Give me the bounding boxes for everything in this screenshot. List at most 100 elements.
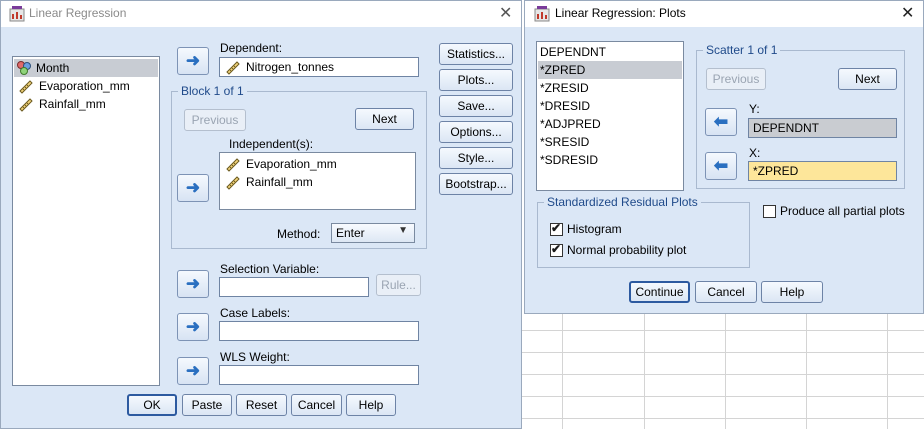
right-arrow-icon: ➜ xyxy=(185,274,201,293)
plot-variable-list[interactable]: DEPENDNT *ZPRED *ZRESID *DRESID *ADJPRED… xyxy=(536,41,684,191)
right-arrow-icon: ➜ xyxy=(185,361,201,380)
check-icon: ✔ xyxy=(551,242,562,256)
right-arrow-icon: ➜ xyxy=(185,317,201,336)
variable-name: Rainfall_mm xyxy=(39,97,106,111)
standardized-residual-label: Standardized Residual Plots xyxy=(544,195,701,209)
scale-ruler-icon xyxy=(226,61,240,75)
chevron-down-icon: ▼ xyxy=(398,225,408,236)
save-button[interactable]: Save... xyxy=(439,95,513,117)
move-to-x-button[interactable]: ⬅ xyxy=(705,152,737,180)
list-item[interactable]: Rainfall_mm xyxy=(17,95,159,113)
dialog-title: Linear Regression: Plots xyxy=(555,6,686,20)
scale-ruler-icon xyxy=(226,176,240,190)
selection-variable-field[interactable] xyxy=(219,277,369,297)
spss-app-icon xyxy=(9,6,25,22)
next-block-button[interactable]: Next xyxy=(355,108,414,130)
title-bar: Linear Regression ✕ xyxy=(1,1,521,27)
scatter-label: Scatter 1 of 1 xyxy=(703,43,781,57)
method-select[interactable]: Enter ▼ xyxy=(331,223,415,243)
partial-plots-label: Produce all partial plots xyxy=(780,204,905,218)
source-variable-list[interactable]: Month Evaporation_mm Rainfall_mm xyxy=(12,56,160,386)
selection-variable-label: Selection Variable: xyxy=(220,262,320,276)
left-arrow-icon: ⬅ xyxy=(713,156,729,175)
histogram-checkbox[interactable]: ✔ xyxy=(550,221,563,236)
linear-regression-dialog: Linear Regression ✕ Month Evaporation_mm xyxy=(0,0,522,429)
ok-button[interactable]: OK xyxy=(127,394,177,416)
spss-app-icon xyxy=(534,6,550,22)
right-arrow-icon: ➜ xyxy=(185,51,201,70)
x-axis-label: X: xyxy=(749,146,761,160)
move-to-dependent-button[interactable]: ➜ xyxy=(177,47,209,75)
scale-ruler-icon xyxy=(19,98,33,112)
help-button[interactable]: Help xyxy=(761,281,823,303)
list-item[interactable]: DEPENDNT xyxy=(538,43,682,61)
histogram-label: Histogram xyxy=(567,222,622,236)
close-icon[interactable]: ✕ xyxy=(499,3,512,23)
move-to-case-labels-button[interactable]: ➜ xyxy=(177,313,209,341)
plots-button[interactable]: Plots... xyxy=(439,69,513,91)
independent-variable-name: Rainfall_mm xyxy=(246,175,313,189)
paste-button[interactable]: Paste xyxy=(182,394,232,416)
plots-dialog: Linear Regression: Plots ✕ DEPENDNT *ZPR… xyxy=(524,0,924,314)
move-to-y-button[interactable]: ⬅ xyxy=(705,108,737,136)
method-value: Enter xyxy=(336,226,365,240)
independents-label: Independent(s): xyxy=(229,137,314,151)
independent-variable-name: Evaporation_mm xyxy=(246,157,337,171)
normal-probability-label: Normal probability plot xyxy=(567,243,687,257)
title-bar: Linear Regression: Plots ✕ xyxy=(525,1,923,27)
dependent-field[interactable]: Nitrogen_tonnes xyxy=(219,57,419,77)
y-axis-label: Y: xyxy=(749,102,760,116)
move-to-selection-button[interactable]: ➜ xyxy=(177,270,209,298)
previous-block-button[interactable]: Previous xyxy=(184,109,246,131)
partial-plots-checkbox[interactable] xyxy=(763,205,776,218)
list-item[interactable]: Month xyxy=(14,59,158,77)
variable-name: Month xyxy=(36,61,70,75)
list-item[interactable]: *ZRESID xyxy=(538,79,682,97)
case-labels-field[interactable] xyxy=(219,321,419,341)
close-icon[interactable]: ✕ xyxy=(901,3,914,23)
bootstrap-button[interactable]: Bootstrap... xyxy=(439,173,513,195)
next-scatter-button[interactable]: Next xyxy=(838,68,897,90)
case-labels-label: Case Labels: xyxy=(220,306,291,320)
list-item[interactable]: Evaporation_mm xyxy=(17,77,159,95)
reset-button[interactable]: Reset xyxy=(236,394,287,416)
cancel-button[interactable]: Cancel xyxy=(291,394,342,416)
left-arrow-icon: ⬅ xyxy=(713,112,729,131)
dependent-label: Dependent: xyxy=(220,41,283,55)
continue-button[interactable]: Continue xyxy=(629,281,690,303)
y-axis-value: DEPENDNT xyxy=(753,121,820,135)
list-item[interactable]: *SRESID xyxy=(538,133,682,151)
scale-ruler-icon xyxy=(226,158,240,172)
wls-weight-field[interactable] xyxy=(219,365,419,385)
nominal-icon xyxy=(17,61,31,75)
dialog-title: Linear Regression xyxy=(29,6,127,20)
style-button[interactable]: Style... xyxy=(439,147,513,169)
check-icon: ✔ xyxy=(551,221,562,235)
list-item[interactable]: *ZPRED xyxy=(538,61,682,79)
y-axis-field[interactable]: DEPENDNT xyxy=(748,118,897,138)
x-axis-field[interactable]: *ZPRED xyxy=(748,161,897,181)
right-arrow-icon: ➜ xyxy=(185,178,201,197)
dependent-value: Nitrogen_tonnes xyxy=(246,60,335,74)
list-item[interactable]: *SDRESID xyxy=(538,151,682,169)
options-button[interactable]: Options... xyxy=(439,121,513,143)
move-to-wls-button[interactable]: ➜ xyxy=(177,357,209,385)
method-label: Method: xyxy=(277,227,321,241)
rule-button[interactable]: Rule... xyxy=(376,274,421,296)
list-item[interactable]: *ADJPRED xyxy=(538,115,682,133)
list-item[interactable]: Rainfall_mm xyxy=(224,173,411,191)
spreadsheet-grid xyxy=(522,314,924,429)
cancel-button[interactable]: Cancel xyxy=(695,281,757,303)
block-label: Block 1 of 1 xyxy=(178,84,247,98)
move-to-independents-button[interactable]: ➜ xyxy=(177,174,209,202)
previous-scatter-button[interactable]: Previous xyxy=(706,68,766,90)
scale-ruler-icon xyxy=(19,80,33,94)
statistics-button[interactable]: Statistics... xyxy=(439,43,513,65)
independents-list[interactable]: Evaporation_mm Rainfall_mm xyxy=(219,152,416,210)
variable-name: Evaporation_mm xyxy=(39,79,130,93)
wls-weight-label: WLS Weight: xyxy=(220,350,290,364)
list-item[interactable]: Evaporation_mm xyxy=(224,155,411,173)
help-button[interactable]: Help xyxy=(346,394,396,416)
list-item[interactable]: *DRESID xyxy=(538,97,682,115)
normal-probability-checkbox[interactable]: ✔ xyxy=(550,242,563,257)
